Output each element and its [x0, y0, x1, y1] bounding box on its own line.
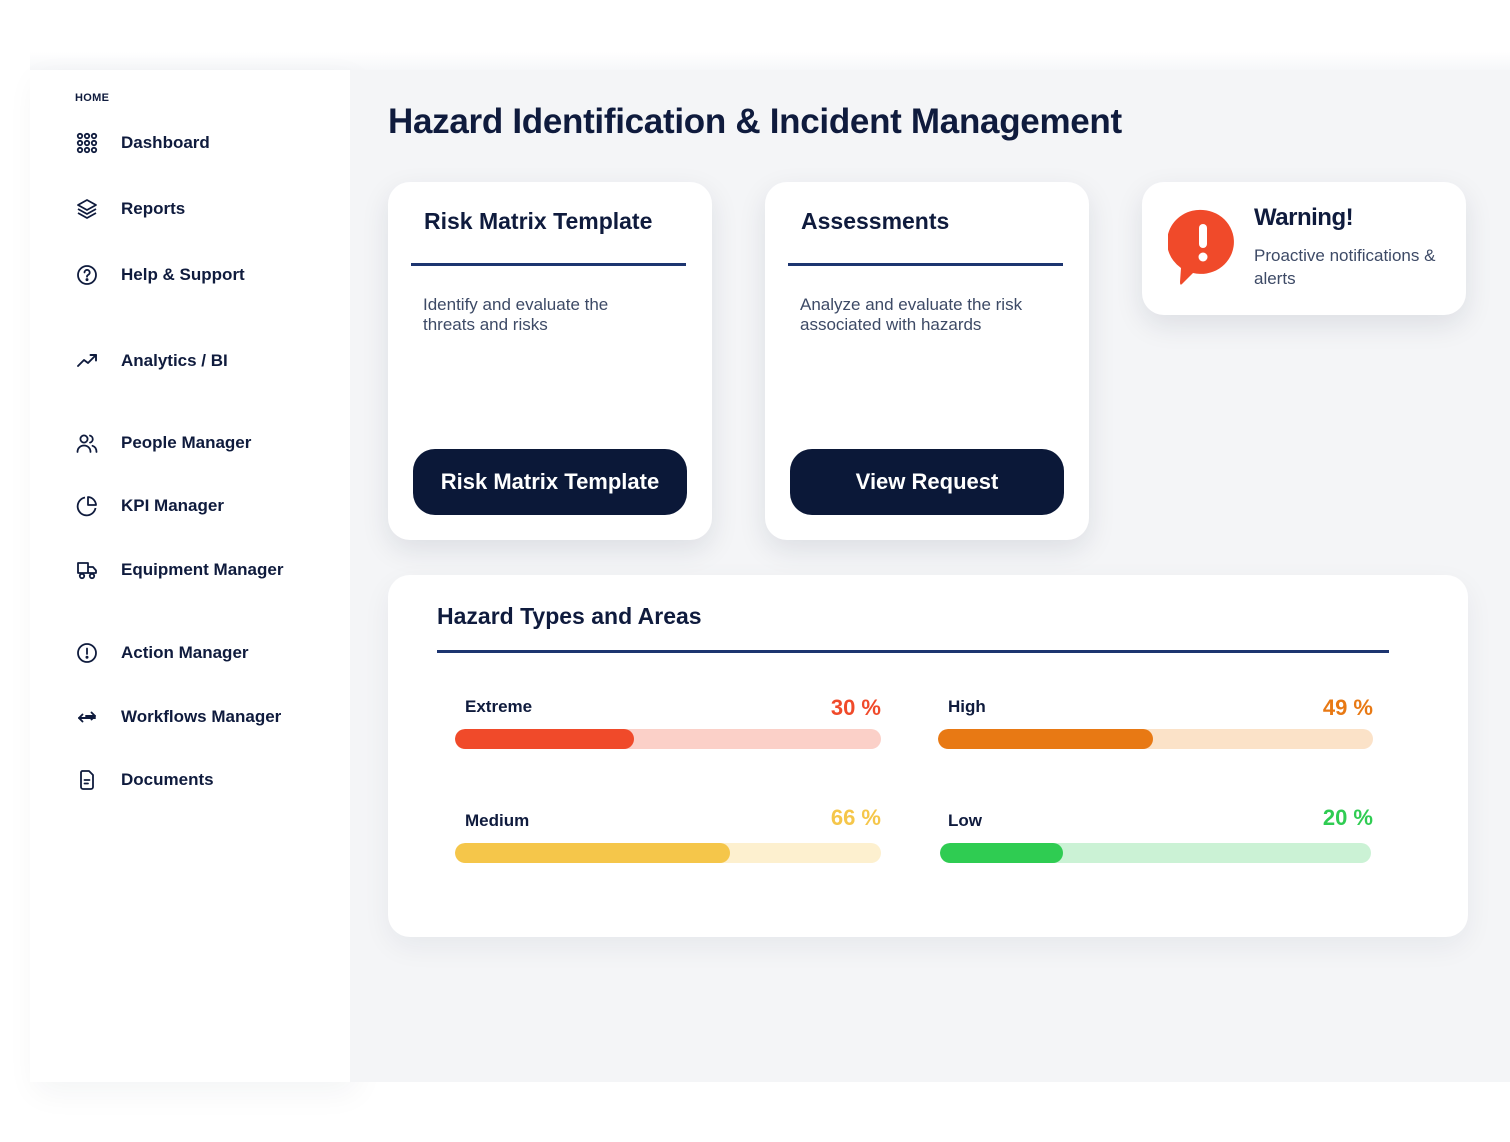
card-divider — [411, 263, 686, 266]
assessments-card: Assessments Analyze and evaluate the ris… — [765, 182, 1089, 540]
progress-track — [455, 843, 881, 863]
card-title: Assessments — [801, 208, 950, 234]
hazard-level-value: 49 % — [1322, 695, 1373, 720]
sidebar-item-label: KPI Manager — [121, 496, 224, 515]
alert-circle-icon — [75, 641, 99, 665]
sidebar-item-workflows-manager[interactable]: Workflows Manager — [75, 702, 281, 732]
hazard-level-value: 20 % — [1322, 805, 1373, 830]
top-bar — [30, 52, 1510, 70]
progress-track — [455, 729, 881, 749]
pie-chart-icon — [75, 494, 99, 518]
sidebar-item-equipment-manager[interactable]: Equipment Manager — [75, 555, 283, 585]
sidebar-item-label: Help & Support — [121, 265, 245, 284]
hazard-level-value: 66 % — [830, 805, 881, 830]
card-description: Identify and evaluate the threats and ri… — [423, 295, 609, 334]
card-title: Risk Matrix Template — [424, 208, 653, 234]
hazard-level-name: High — [948, 697, 986, 716]
sidebar-item-label: Action Manager — [121, 643, 249, 662]
sidebar-item-help-support[interactable]: Help & Support — [75, 260, 245, 290]
warning-title: Warning! — [1254, 204, 1354, 231]
sidebar-item-kpi-manager[interactable]: KPI Manager — [75, 491, 224, 521]
sidebar-item-action-manager[interactable]: Action Manager — [75, 638, 249, 668]
sidebar-item-reports[interactable]: Reports — [75, 194, 185, 224]
warning-text: Proactive notifications & alerts — [1254, 246, 1436, 288]
sidebar-item-documents[interactable]: Documents — [75, 765, 214, 795]
page-title: Hazard Identification & Incident Managem… — [388, 102, 1122, 141]
hazard-level-value: 30 % — [830, 695, 881, 720]
sidebar-item-people-manager[interactable]: People Manager — [75, 428, 251, 458]
sidebar-section-label: HOME — [75, 92, 110, 104]
card-description: Analyze and evaluate the risk associated… — [800, 295, 1023, 334]
hazard-level-name: Low — [948, 811, 982, 830]
sidebar-item-label: Documents — [121, 770, 214, 789]
document-icon — [75, 768, 99, 792]
sidebar-item-analytics-bi[interactable]: Analytics / BI — [75, 346, 228, 376]
risk-matrix-template-button[interactable]: Risk Matrix Template — [413, 449, 687, 515]
help-circle-icon — [75, 263, 99, 287]
progress-fill — [455, 729, 634, 749]
progress-track — [940, 843, 1371, 863]
sidebar-item-dashboard[interactable]: Dashboard — [75, 128, 210, 158]
progress-fill — [938, 729, 1154, 749]
warning-card[interactable]: Warning! Proactive notifications & alert… — [1142, 182, 1466, 315]
view-request-button[interactable]: View Request — [790, 449, 1064, 515]
users-icon — [75, 431, 99, 455]
sidebar-item-label: Equipment Manager — [121, 560, 284, 579]
main-content: Hazard Identification & Incident Managem… — [350, 70, 1510, 1082]
sidebar-item-label: Reports — [121, 199, 186, 218]
hazard-types-card: Hazard Types and Areas Extreme 30 % High… — [388, 575, 1468, 937]
hazard-divider — [437, 650, 1389, 653]
sidebar: HOME Dashboard Reports Help & Support An… — [30, 70, 350, 1082]
layers-icon — [75, 197, 99, 221]
card-divider — [788, 263, 1063, 266]
sidebar-item-label: Analytics / BI — [121, 351, 228, 370]
hazard-level-name: Medium — [465, 811, 530, 830]
app-window: HOME Dashboard Reports Help & Support An… — [30, 52, 1510, 1082]
truck-icon — [75, 558, 99, 582]
grid-icon — [75, 131, 99, 155]
risk-matrix-card: Risk Matrix Template Identify and evalua… — [388, 182, 712, 540]
hazard-level-name: Extreme — [465, 697, 533, 716]
trending-up-icon — [75, 349, 99, 373]
sidebar-item-label: People Manager — [121, 433, 252, 452]
progress-track — [938, 729, 1373, 749]
arrows-swap-icon — [75, 705, 99, 729]
progress-fill — [455, 843, 730, 863]
warning-bubble-icon — [1167, 208, 1238, 288]
sidebar-item-label: Workflows Manager — [121, 707, 282, 726]
progress-fill — [940, 843, 1063, 863]
hazard-section-title: Hazard Types and Areas — [437, 603, 702, 629]
sidebar-item-label: Dashboard — [121, 133, 210, 152]
